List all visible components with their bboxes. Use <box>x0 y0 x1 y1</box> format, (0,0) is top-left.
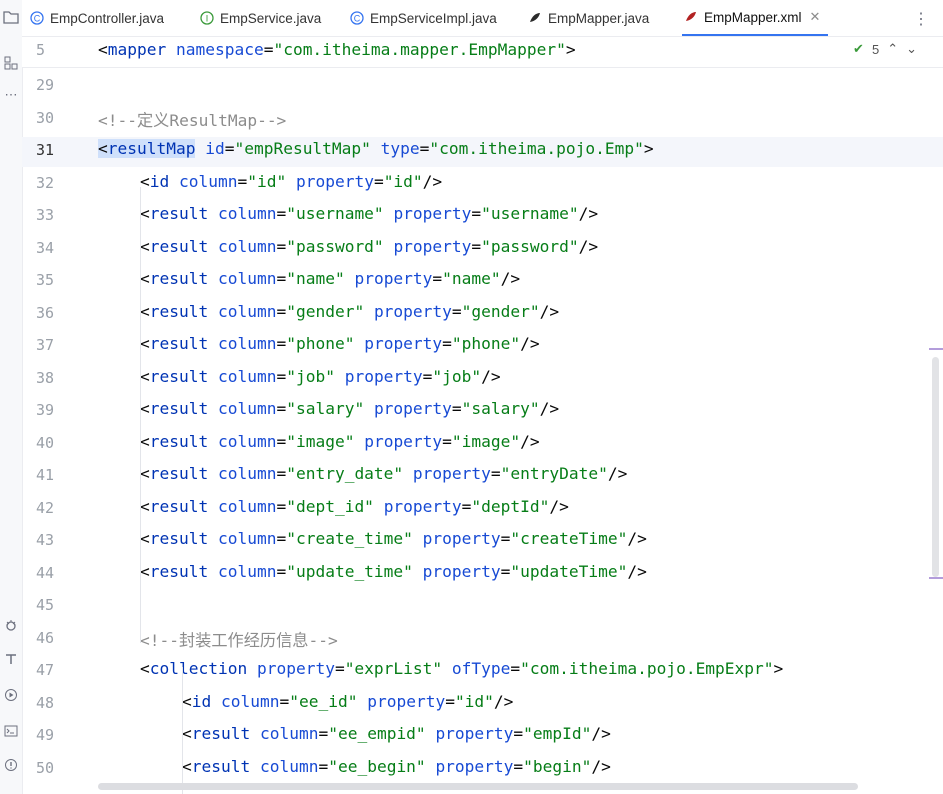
class-icon: C <box>350 11 364 25</box>
code-line: <collection property="exprList" ofType="… <box>140 659 784 678</box>
editor-tab-bar: C EmpController.java I EmpService.java C… <box>22 0 943 37</box>
line-number: 45 <box>36 596 55 614</box>
interface-icon: I <box>200 11 214 25</box>
code-line: <resultMap id="empResultMap" type="com.i… <box>98 139 654 158</box>
mybatis-icon <box>528 11 542 25</box>
line-number: 42 <box>36 498 55 517</box>
line-number: 47 <box>36 661 55 679</box>
line-number: 50 <box>36 758 55 777</box>
line-number: 35 <box>36 271 55 289</box>
code-line: <result column="username" property="user… <box>140 204 599 223</box>
code-line: <result column="password" property="pass… <box>140 236 599 256</box>
line-number: 44 <box>36 563 55 582</box>
line-number: 32 <box>36 173 55 192</box>
chevron-up-icon[interactable]: ⌃ <box>887 41 898 57</box>
code-line: <result column="entry_date" property="en… <box>140 464 628 483</box>
sticky-code-line: <mapper namespace="com.itheima.mapper.Em… <box>98 40 576 59</box>
inspection-count: 5 <box>871 41 880 57</box>
code-line: <result column="dept_id" property="deptI… <box>140 496 569 516</box>
svg-text:C: C <box>354 14 361 24</box>
code-line: <result column="phone" property="phone"/… <box>140 334 540 353</box>
code-line: <result column="gender" property="gender… <box>140 301 560 321</box>
code-line: <result column="job" property="job"/> <box>140 366 501 386</box>
mybatis-icon <box>684 10 698 24</box>
tab-label: EmpServiceImpl.java <box>370 10 497 26</box>
inspection-widget[interactable]: ✔ 5 ⌃ ⌄ <box>853 41 917 57</box>
svg-text:I: I <box>206 14 209 24</box>
line-number: 46 <box>36 628 55 647</box>
code-line: <result column="update_time" property="u… <box>140 561 647 581</box>
code-line: <id column="ee_id" property="id"/> <box>182 691 514 711</box>
code-line: <id column="id" property="id"/> <box>140 171 443 191</box>
code-line: <result column="ee_empid" property="empI… <box>182 724 611 743</box>
code-line: <!--定义ResultMap--> <box>98 110 287 130</box>
line-number: 31 <box>36 141 55 159</box>
change-marker <box>929 348 943 350</box>
class-icon: C <box>30 11 44 25</box>
tab-label: EmpMapper.xml <box>704 9 802 25</box>
left-tool-strip: ⋯ <box>0 0 23 794</box>
line-number: 5 <box>36 41 46 59</box>
tab-emp-service[interactable]: I EmpService.java <box>200 0 321 36</box>
code-line: <result column="image" property="image"/… <box>140 431 540 451</box>
code-line: <result column="ee_begin" property="begi… <box>182 756 611 776</box>
folder-icon[interactable] <box>2 8 20 26</box>
line-number: 49 <box>36 726 55 744</box>
structure-icon[interactable] <box>2 54 20 72</box>
line-number: 29 <box>36 76 55 94</box>
tab-emp-controller[interactable]: C EmpController.java <box>30 0 164 36</box>
line-number: 33 <box>36 206 55 224</box>
close-icon[interactable]: ✕ <box>810 9 821 25</box>
check-icon: ✔ <box>853 41 864 56</box>
indent-guide <box>140 187 141 643</box>
indent-guide <box>182 667 183 794</box>
code-line: <!--封装工作经历信息--> <box>140 630 338 650</box>
line-number: 41 <box>36 466 55 484</box>
chevron-down-icon[interactable]: ⌄ <box>906 41 917 57</box>
code-line: <result column="create_time" property="c… <box>140 529 647 548</box>
code-line: <result column="salary" property="salary… <box>140 399 560 418</box>
tab-emp-mapper-java[interactable]: EmpMapper.java <box>528 0 649 36</box>
problems-icon[interactable] <box>2 756 20 774</box>
tab-label: EmpService.java <box>220 10 322 26</box>
tab-emp-mapper-xml[interactable]: EmpMapper.xml ✕ <box>682 0 829 36</box>
horizontal-scrollbar[interactable] <box>98 783 858 790</box>
debug-icon[interactable] <box>2 616 20 634</box>
change-marker <box>929 577 943 579</box>
run-icon[interactable] <box>2 686 20 704</box>
line-number: 48 <box>36 693 55 712</box>
tab-options-icon[interactable]: ⋮ <box>913 9 929 29</box>
sticky-header-line: 5 <mapper namespace="com.itheima.mapper.… <box>22 37 943 68</box>
line-number: 39 <box>36 401 55 419</box>
code-line: <result column="name" property="name"/> <box>140 269 521 288</box>
line-number: 36 <box>36 303 55 322</box>
line-number: 37 <box>36 336 55 354</box>
line-number: 38 <box>36 368 55 387</box>
tab-emp-service-impl[interactable]: C EmpServiceImpl.java <box>350 0 497 36</box>
line-number: 34 <box>36 238 55 257</box>
code-editor[interactable]: 5 <mapper namespace="com.itheima.mapper.… <box>22 37 943 794</box>
svg-text:C: C <box>34 14 41 24</box>
vertical-scrollbar[interactable] <box>932 357 939 577</box>
line-number: 30 <box>36 108 55 127</box>
line-number: 43 <box>36 531 55 549</box>
more-tools-icon[interactable]: ⋯ <box>2 86 20 104</box>
build-icon[interactable] <box>2 650 20 668</box>
terminal-icon[interactable] <box>2 722 20 740</box>
tab-label: EmpMapper.java <box>548 10 650 26</box>
tab-label: EmpController.java <box>50 10 165 26</box>
line-number: 40 <box>36 433 55 452</box>
